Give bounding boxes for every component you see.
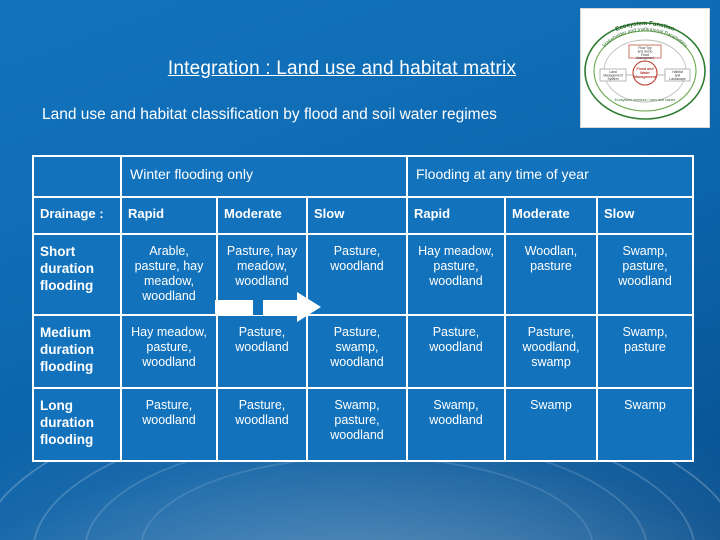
table-group-header-row: Winter flooding only Flooding at any tim… <box>32 155 695 198</box>
decorative-arc-4 <box>140 456 594 540</box>
table-column-header-row: Drainage : Rapid Moderate Slow Rapid Mod… <box>32 196 695 235</box>
column-header-anytime-slow: Slow <box>595 196 695 235</box>
cell-medium-anytime-rapid: Pasture, woodland <box>406 314 506 389</box>
cell-short-winter-moderate: Pasture, hay meadow, woodland <box>216 233 308 316</box>
cell-medium-winter-moderate: Pasture, woodland <box>216 314 308 389</box>
cell-long-winter-slow: Swamp, pasture, woodland <box>306 387 408 462</box>
svg-text:System: System <box>608 77 619 81</box>
svg-text:Ecosystem services / uses and: Ecosystem services / uses and values <box>615 98 676 102</box>
row-header-long-duration: Long duration flooding <box>32 387 122 462</box>
table-row: Long duration flooding Pasture, woodland… <box>32 387 695 462</box>
page-subtitle: Land use and habitat classification by f… <box>42 106 497 123</box>
column-header-anytime-rapid: Rapid <box>406 196 506 235</box>
table-row: Medium duration flooding Hay meadow, pas… <box>32 314 695 389</box>
cell-medium-anytime-moderate: Pasture, woodland, swamp <box>504 314 598 389</box>
column-header-winter-rapid: Rapid <box>120 196 218 235</box>
cell-short-anytime-moderate: Woodlan, pasture <box>504 233 598 316</box>
table-row: Short duration flooding Arable, pasture,… <box>32 233 695 316</box>
group-header-winter-flooding: Winter flooding only <box>120 155 408 198</box>
ecosystem-function-logo: Stakeholder and Institutional Parameters… <box>580 8 710 128</box>
cell-long-winter-rapid: Pasture, woodland <box>120 387 218 462</box>
cell-short-anytime-slow: Swamp, pasture, woodland <box>595 233 695 316</box>
row-header-medium-duration: Medium duration flooding <box>32 314 122 389</box>
land-use-habitat-matrix: Winter flooding only Flooding at any tim… <box>32 155 695 462</box>
column-header-drainage: Drainage : <box>32 196 122 235</box>
row-header-short-duration: Short duration flooding <box>32 233 122 316</box>
cell-short-anytime-rapid: Hay meadow, pasture, woodland <box>406 233 506 316</box>
cell-medium-anytime-slow: Swamp, pasture <box>595 314 695 389</box>
corner-blank-cell <box>32 155 122 198</box>
cell-short-winter-rapid: Arable, pasture, hay meadow, woodland <box>120 233 218 316</box>
cell-medium-winter-rapid: Hay meadow, pasture, woodland <box>120 314 218 389</box>
svg-text:Management: Management <box>634 75 657 79</box>
column-header-winter-moderate: Moderate <box>216 196 308 235</box>
column-header-anytime-moderate: Moderate <box>504 196 598 235</box>
page-title: Integration : Land use and habitat matri… <box>167 58 517 79</box>
cell-long-winter-moderate: Pasture, woodland <box>216 387 308 462</box>
cell-long-anytime-moderate: Swamp <box>504 387 598 462</box>
column-header-winter-slow: Slow <box>306 196 408 235</box>
cell-long-anytime-slow: Swamp <box>595 387 695 462</box>
svg-text:Landscape: Landscape <box>669 77 685 81</box>
cell-short-winter-slow: Pasture, woodland <box>306 233 408 316</box>
group-header-any-time-flooding: Flooding at any time of year <box>405 155 695 198</box>
slide-canvas: Integration : Land use and habitat matri… <box>0 0 720 540</box>
cell-long-anytime-rapid: Swamp, woodland <box>406 387 506 462</box>
cell-medium-winter-slow: Pasture, swamp, woodland <box>306 314 408 389</box>
logo-graphic: Stakeholder and Institutional Parameters… <box>584 21 706 120</box>
